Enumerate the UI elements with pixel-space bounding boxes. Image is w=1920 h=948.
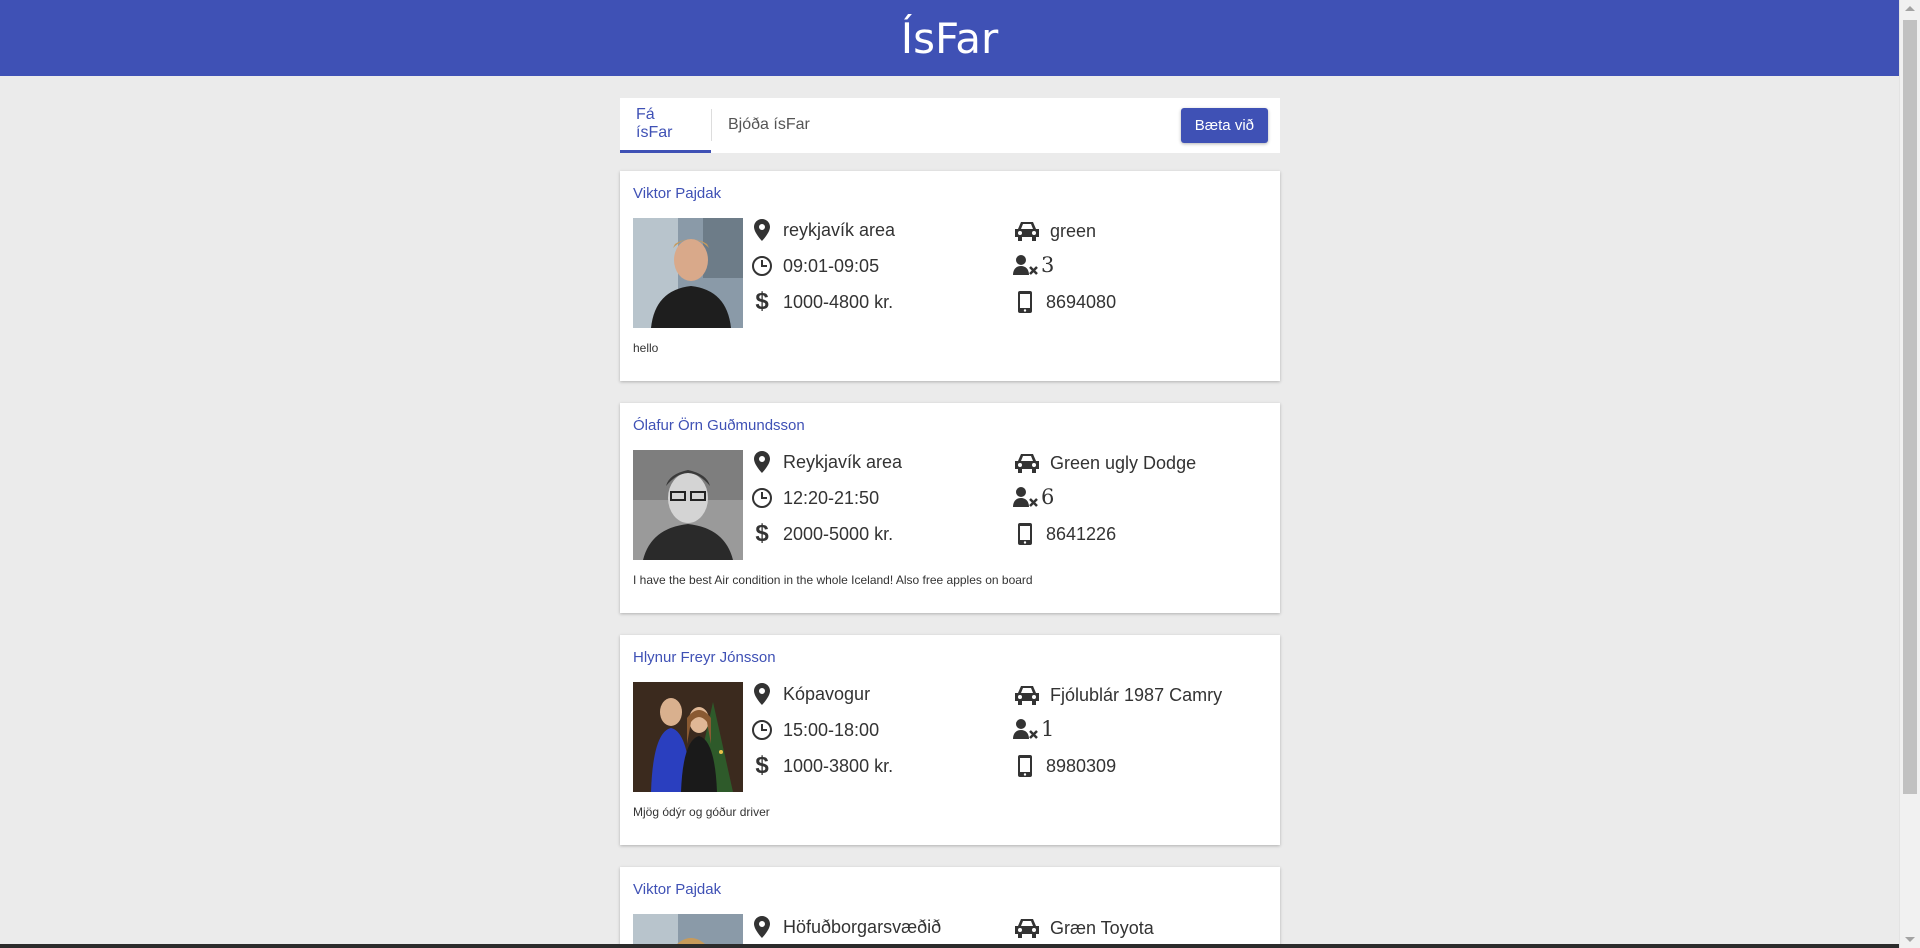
seats-detail: 6 (1013, 485, 1054, 509)
seats-detail: 1 (1013, 717, 1054, 741)
location-text: Reykjavík area (783, 451, 903, 472)
scroll-down-icon[interactable] (1905, 937, 1915, 942)
driver-name[interactable]: Viktor Pajdak (633, 881, 721, 898)
map-marker-icon (750, 450, 774, 474)
time-text: 15:00-18:00 (783, 719, 880, 740)
tab-bar: Fá ísFar Bjóða ísFar Bæta við (620, 98, 1280, 153)
time-detail: 15:00-18:00 (750, 718, 879, 742)
car-text: Græn Toyota (1050, 917, 1154, 938)
clock-icon (750, 254, 774, 278)
scroll-up-icon[interactable] (1905, 6, 1915, 11)
car-detail: Green ugly Dodge (1013, 451, 1196, 475)
avatar (633, 914, 743, 948)
time-detail: 12:20-21:50 (750, 486, 879, 510)
time-detail: 09:01-09:05 (750, 254, 879, 278)
location-detail: reykjavík area (750, 218, 895, 242)
tab-offer-ride[interactable]: Bjóða ísFar (711, 109, 826, 141)
add-button[interactable]: Bæta við (1180, 108, 1268, 143)
car-icon (1013, 219, 1041, 243)
taskbar-edge (0, 944, 1899, 948)
ride-card[interactable]: Viktor Pajdak Höfuðborgarsvæðið Græn Toy… (620, 867, 1280, 948)
ride-note: hello (633, 341, 659, 355)
phone-detail: 8694080 (1013, 290, 1116, 314)
clock-icon (750, 718, 774, 742)
dollar-icon: $ (755, 288, 769, 315)
map-marker-icon (750, 682, 774, 706)
phone-icon (1013, 290, 1037, 314)
avatar (633, 450, 743, 560)
time-text: 12:20-21:50 (783, 487, 880, 508)
phone-detail: 8641226 (1013, 522, 1116, 546)
dollar-icon: $ (755, 752, 769, 779)
phone-detail: 8980309 (1013, 754, 1116, 778)
car-text: green (1050, 220, 1097, 241)
ride-note: Mjög ódýr og góður driver (633, 805, 770, 819)
dollar-icon: $ (755, 520, 769, 547)
car-icon (1013, 683, 1041, 707)
car-detail: Fjólublár 1987 Camry (1013, 683, 1222, 707)
driver-name[interactable]: Viktor Pajdak (633, 185, 721, 202)
user-x-icon (1013, 717, 1039, 741)
car-text: Fjólublár 1987 Camry (1050, 684, 1223, 705)
phone-icon (1013, 522, 1037, 546)
seats-text: 3 (1041, 253, 1055, 277)
ride-card[interactable]: Hlynur Freyr Jónsson Kópavogur 15:00-18:… (620, 635, 1280, 845)
phone-icon (1013, 754, 1037, 778)
ride-note: I have the best Air condition in the who… (633, 573, 1033, 587)
user-x-icon (1013, 485, 1039, 509)
user-x-icon (1013, 253, 1039, 277)
location-detail: Reykjavík area (750, 450, 902, 474)
price-detail: $ 1000-3800 kr. (750, 752, 894, 779)
location-detail: Höfuðborgarsvæðið (750, 915, 941, 939)
location-text: Höfuðborgarsvæðið (783, 916, 942, 937)
seats-detail: 3 (1013, 253, 1054, 277)
driver-name[interactable]: Ólafur Örn Guðmundsson (633, 417, 805, 434)
car-text: Green ugly Dodge (1050, 452, 1197, 473)
phone-text: 8641226 (1046, 523, 1117, 544)
ride-card[interactable]: Viktor Pajdak reykjavík area 09:01-09:05… (620, 171, 1280, 381)
time-text: 09:01-09:05 (783, 255, 880, 276)
car-detail: Græn Toyota (1013, 916, 1154, 940)
location-text: reykjavík area (783, 219, 896, 240)
avatar (633, 682, 743, 792)
location-text: Kópavogur (783, 683, 871, 704)
clock-icon (750, 486, 774, 510)
app-title: ÍsFar (900, 13, 999, 63)
ride-card[interactable]: Ólafur Örn Guðmundsson Reykjavík area 12… (620, 403, 1280, 613)
car-icon (1013, 916, 1041, 940)
driver-name[interactable]: Hlynur Freyr Jónsson (633, 649, 776, 666)
page-scrollbar[interactable] (1899, 0, 1920, 948)
seats-text: 6 (1041, 485, 1055, 509)
tab-get-ride[interactable]: Fá ísFar (620, 98, 711, 153)
price-detail: $ 1000-4800 kr. (750, 288, 894, 315)
scrollbar-thumb[interactable] (1903, 20, 1917, 794)
car-detail: green (1013, 219, 1096, 243)
map-marker-icon (750, 218, 774, 242)
seats-text: 1 (1041, 717, 1055, 741)
location-detail: Kópavogur (750, 682, 870, 706)
phone-text: 8694080 (1046, 291, 1117, 312)
price-text: 2000-5000 kr. (783, 523, 894, 544)
phone-text: 8980309 (1046, 755, 1117, 776)
price-text: 1000-4800 kr. (783, 291, 894, 312)
price-detail: $ 2000-5000 kr. (750, 520, 894, 547)
avatar (633, 218, 743, 328)
price-text: 1000-3800 kr. (783, 755, 894, 776)
map-marker-icon (750, 915, 774, 939)
car-icon (1013, 451, 1041, 475)
app-header: ÍsFar (0, 0, 1899, 76)
